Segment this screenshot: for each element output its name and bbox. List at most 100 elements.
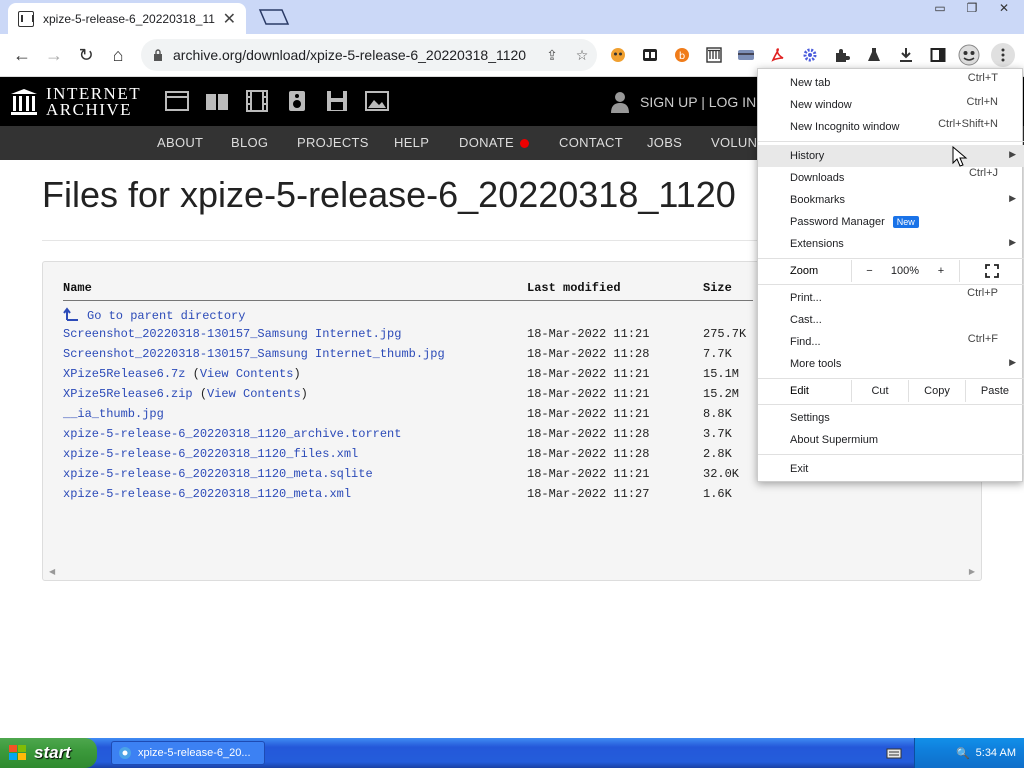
nav-about[interactable]: ABOUT <box>157 135 203 150</box>
file-link[interactable]: Screenshot_20220318-130157_Samsung Inter… <box>63 327 401 341</box>
menu-password-manager[interactable]: Password Manager New <box>758 211 1024 233</box>
nav-blog[interactable]: BLOG <box>231 135 268 150</box>
submenu-arrow-icon: ▶ <box>1009 149 1016 159</box>
extension-tab-icon[interactable] <box>639 44 661 66</box>
edit-label: Edit <box>790 385 809 397</box>
menu-history[interactable]: History ▶ <box>758 145 1024 167</box>
scroll-left-icon[interactable]: ◀ <box>49 567 55 576</box>
menu-about[interactable]: About Supermium <box>758 429 1024 451</box>
side-panel-icon[interactable] <box>927 44 949 66</box>
cut-button[interactable]: Cut <box>851 380 908 402</box>
menu-settings-label: Settings <box>790 412 830 424</box>
start-button[interactable]: start <box>0 738 97 768</box>
zoom-out-button[interactable]: − <box>851 260 887 282</box>
file-link[interactable]: Screenshot_20220318-130157_Samsung Inter… <box>63 347 445 361</box>
file-link[interactable]: XPize5Release6.7z <box>63 367 185 381</box>
view-contents-link[interactable]: View Contents <box>200 367 294 381</box>
menu-print[interactable]: Print... Ctrl+P <box>758 287 1024 309</box>
new-tab-button[interactable] <box>258 8 290 26</box>
extension-fox-icon[interactable] <box>607 44 629 66</box>
address-bar[interactable]: archive.org/download/xpize-5-release-6_2… <box>141 39 597 71</box>
bookmark-star-icon[interactable]: ☆ <box>573 46 591 64</box>
lock-icon <box>154 49 162 61</box>
close-tab-icon[interactable]: ✕ <box>223 9 236 29</box>
header-rule <box>63 300 753 301</box>
extensions-puzzle-icon[interactable] <box>831 44 853 66</box>
browser-tab[interactable]: xpize-5-release-6_20220318_1120 ✕ <box>8 3 246 34</box>
minimize-icon[interactable]: ▭ <box>926 0 954 16</box>
menu-more-tools[interactable]: More tools ▶ <box>758 353 1024 375</box>
zoom-label: Zoom <box>790 265 819 277</box>
nav-donate[interactable]: DONATE <box>459 135 530 150</box>
scroll-right-icon[interactable]: ▶ <box>969 567 975 576</box>
back-arrow-icon[interactable]: ← <box>11 44 33 66</box>
menu-separator <box>758 404 1024 405</box>
taskbar-window-title: xpize-5-release-6_20... <box>138 747 251 759</box>
url-text[interactable]: archive.org/download/xpize-5-release-6_2… <box>173 47 537 63</box>
menu-exit-label: Exit <box>790 463 809 475</box>
extension-card-icon[interactable] <box>735 44 757 66</box>
extension-acrobat-icon[interactable] <box>767 44 789 66</box>
file-modified: 18-Mar-2022 11:28 <box>527 427 650 441</box>
menu-find[interactable]: Find... Ctrl+F <box>758 331 1024 353</box>
fullscreen-icon[interactable] <box>959 260 1024 282</box>
file-link[interactable]: xpize-5-release-6_20220318_1120_meta.xml <box>63 487 351 501</box>
menu-settings[interactable]: Settings <box>758 407 1024 429</box>
video-film-icon[interactable] <box>244 90 270 112</box>
nav-contact[interactable]: CONTACT <box>559 135 623 150</box>
forward-arrow-icon[interactable]: → <box>43 44 65 66</box>
file-link[interactable]: __ia_thumb.jpg <box>63 407 164 421</box>
share-icon[interactable]: ⇪ <box>543 46 561 64</box>
restore-icon[interactable]: ❐ <box>958 0 986 16</box>
file-size: 3.7K <box>703 427 732 441</box>
menu-extensions[interactable]: Extensions ▶ <box>758 233 1024 255</box>
view-contents-link[interactable]: View Contents <box>207 387 301 401</box>
web-icon[interactable] <box>164 90 190 112</box>
user-person-icon <box>611 92 629 113</box>
file-link[interactable]: xpize-5-release-6_20220318_1120_files.xm… <box>63 447 358 461</box>
menu-exit[interactable]: Exit <box>758 458 1024 480</box>
software-floppy-icon[interactable] <box>324 90 350 112</box>
home-icon[interactable]: ⌂ <box>107 44 129 66</box>
images-icon[interactable] <box>364 90 390 112</box>
extension-orange-icon[interactable]: b <box>671 44 693 66</box>
file-link[interactable]: xpize-5-release-6_20220318_1120_meta.sql… <box>63 467 373 481</box>
nav-donate-label: DONATE <box>459 135 515 150</box>
chrome-menu-kebab-icon[interactable] <box>991 43 1015 67</box>
lab-flask-icon[interactable] <box>863 44 885 66</box>
windows-flag-icon <box>9 745 26 760</box>
network-icon[interactable]: 🔍 <box>956 747 970 760</box>
zoom-in-button[interactable]: + <box>923 260 959 282</box>
extension-archive-icon[interactable] <box>703 44 725 66</box>
profile-avatar-icon[interactable] <box>957 44 981 66</box>
menu-new-incognito[interactable]: New Incognito window Ctrl+Shift+N <box>758 116 1024 138</box>
parent-dir-link[interactable]: Go to parent directory <box>87 309 245 323</box>
texts-book-icon[interactable] <box>204 90 230 112</box>
menu-new-window[interactable]: New window Ctrl+N <box>758 94 1024 116</box>
close-window-icon[interactable]: ✕ <box>990 0 1018 16</box>
sign-in-text[interactable]: SIGN UP | LOG IN <box>640 94 756 110</box>
keyboard-icon[interactable] <box>886 746 902 760</box>
nav-jobs[interactable]: JOBS <box>647 135 682 150</box>
file-link[interactable]: XPize5Release6.zip <box>63 387 193 401</box>
menu-new-tab[interactable]: New tab Ctrl+T <box>758 72 1024 94</box>
nav-projects[interactable]: PROJECTS <box>297 135 369 150</box>
audio-speaker-icon[interactable] <box>284 90 310 112</box>
temple-icon <box>11 89 37 115</box>
nav-help[interactable]: HELP <box>394 135 429 150</box>
file-modified: 18-Mar-2022 11:21 <box>527 467 650 481</box>
menu-downloads[interactable]: Downloads Ctrl+J <box>758 167 1024 189</box>
reload-icon[interactable]: ↻ <box>75 44 97 66</box>
copy-button[interactable]: Copy <box>908 380 965 402</box>
menu-about-label: About Supermium <box>790 434 879 446</box>
taskbar-window-button[interactable]: xpize-5-release-6_20... <box>111 741 265 765</box>
menu-cast[interactable]: Cast... <box>758 309 1024 331</box>
sign-in-link[interactable]: SIGN UP | LOG IN <box>610 91 756 113</box>
menu-bookmarks[interactable]: Bookmarks ▶ <box>758 189 1024 211</box>
extension-gear-star-icon[interactable] <box>799 44 821 66</box>
download-icon[interactable] <box>895 44 917 66</box>
file-link[interactable]: xpize-5-release-6_20220318_1120_archive.… <box>63 427 401 441</box>
file-size: 15.1M <box>703 367 740 381</box>
paste-button[interactable]: Paste <box>965 380 1024 402</box>
ia-logo[interactable]: INTERNET ARCHIVE <box>10 85 141 118</box>
